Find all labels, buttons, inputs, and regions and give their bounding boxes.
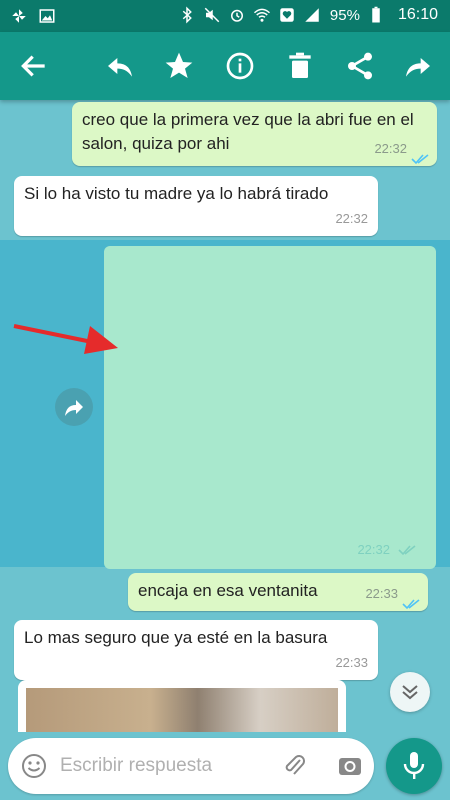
read-ticks-icon (398, 543, 416, 556)
message-time: 22:33 (335, 655, 368, 670)
scroll-to-bottom-button[interactable] (390, 672, 430, 712)
chat-area: creo que la primera vez que la abri fue … (0, 100, 450, 732)
message-outgoing[interactable]: encaja en esa ventanita 22:33 (128, 573, 428, 611)
message-time: 22:32 (374, 141, 407, 156)
message-incoming[interactable]: Lo mas seguro que ya esté en la basura 2… (14, 620, 378, 680)
double-chevron-down-icon (402, 685, 418, 700)
read-ticks-icon (411, 148, 429, 165)
clock: 16:10 (397, 6, 438, 23)
microphone-icon (403, 752, 425, 779)
delete-icon[interactable] (284, 50, 316, 82)
alarm-icon (228, 6, 246, 24)
message-text: Si lo ha visto tu madre ya lo habrá tira… (24, 184, 329, 203)
attach-icon[interactable] (280, 752, 308, 780)
read-ticks-icon (402, 593, 420, 610)
info-icon[interactable] (224, 50, 256, 82)
image-icon (38, 7, 56, 25)
message-input-bar: Escribir respuesta (8, 738, 374, 794)
message-time: 22:32 (357, 542, 390, 557)
camera-icon[interactable] (336, 752, 364, 780)
forward-icon[interactable] (402, 50, 434, 82)
annotation-arrow-icon (13, 324, 118, 354)
media-message[interactable]: 22:32 (104, 246, 436, 569)
status-bar: 95% 16:10 (0, 0, 450, 32)
signal-icon (303, 6, 321, 24)
message-time: 22:32 (335, 211, 368, 226)
pinwheel-icon (10, 7, 28, 25)
mute-icon (203, 6, 221, 24)
share-icon[interactable] (344, 50, 376, 82)
back-icon[interactable] (18, 50, 50, 82)
message-text: creo que la primera vez que la abri fue … (82, 110, 414, 153)
battery-level: 95% (329, 6, 360, 24)
bluetooth-icon (178, 6, 196, 24)
message-outgoing[interactable]: creo que la primera vez que la abri fue … (72, 102, 437, 166)
message-text: encaja en esa ventanita (138, 581, 318, 600)
reply-icon[interactable] (104, 50, 136, 82)
photo-message[interactable] (18, 680, 346, 732)
photo-thumbnail[interactable] (26, 688, 338, 732)
voice-record-button[interactable] (386, 738, 442, 794)
heart-icon (278, 6, 296, 24)
wifi-icon (253, 6, 271, 24)
battery-icon (367, 6, 385, 24)
message-text: Lo mas seguro que ya esté en la basura (24, 628, 328, 647)
message-incoming[interactable]: Si lo ha visto tu madre ya lo habrá tira… (14, 176, 378, 236)
message-input[interactable]: Escribir respuesta (60, 755, 212, 777)
emoji-icon[interactable] (20, 752, 48, 780)
selection-toolbar (0, 32, 450, 100)
star-icon[interactable] (163, 50, 195, 82)
message-time: 22:33 (365, 586, 398, 601)
forward-message-button[interactable] (55, 388, 93, 426)
